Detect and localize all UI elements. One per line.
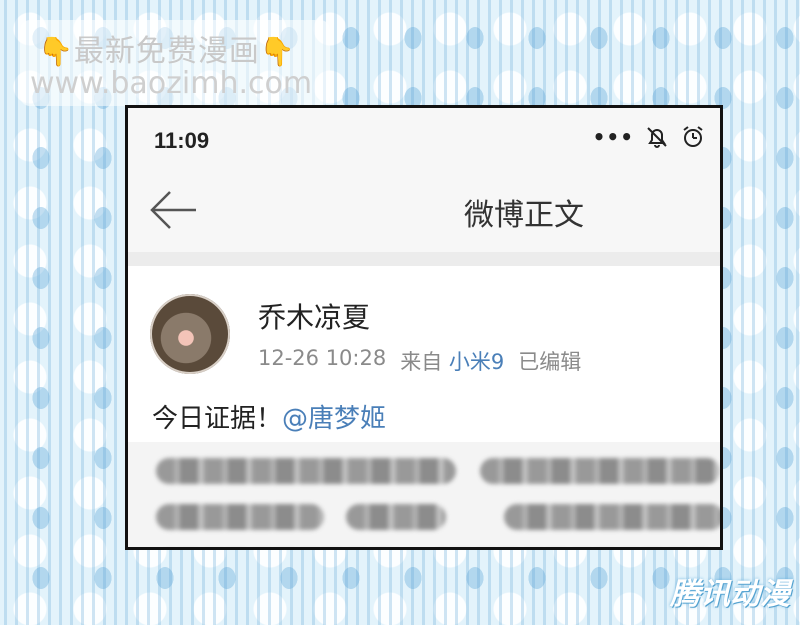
alarm-off-icon [647, 127, 667, 148]
status-time: 11:09 [154, 128, 210, 153]
corner-logo: 腾讯动漫 [670, 577, 790, 612]
status-icons: ••• [593, 124, 706, 150]
post-meta: 12-26 10:28 来自 小米9 已编辑 [258, 346, 581, 376]
post-text: 今日证据！ [152, 404, 283, 434]
watermark-text: 最新免费漫画 [73, 34, 260, 69]
blurred-text-line [156, 504, 324, 530]
post-source: 来自 小米9 [400, 346, 504, 376]
pointing-down-icon: 👇 [259, 35, 296, 68]
weibo-post: 乔木凉夏 12-26 10:28 来自 小米9 已编辑 今日证据！@唐梦姬 [128, 266, 720, 547]
avatar[interactable] [150, 294, 230, 374]
more-dots-icon: ••• [592, 125, 634, 149]
blurred-text-line [156, 458, 456, 484]
page-title: 微博正文 [464, 198, 584, 233]
nav-bar: 微博正文 [128, 170, 720, 252]
pointing-down-icon: 👇 [38, 35, 74, 68]
edited-label[interactable]: 已编辑 [518, 346, 581, 376]
source-prefix: 来自 [400, 350, 443, 374]
alarm-icon [683, 126, 703, 147]
username[interactable]: 乔木凉夏 [258, 296, 370, 336]
blurred-comments [128, 442, 720, 547]
status-bar: 11:09 ••• [128, 108, 720, 170]
mention-link[interactable]: @唐梦姬 [282, 404, 386, 434]
blurred-text-line [480, 458, 720, 484]
post-content: 今日证据！@唐梦姬 [152, 398, 386, 435]
watermark-url: www.baozimh.com [30, 66, 313, 101]
blurred-text-line [346, 504, 446, 530]
blurred-text-line [504, 504, 720, 530]
watermark-line1: 👇最新免费漫画👇 [38, 26, 296, 70]
section-divider [128, 252, 720, 266]
device-link[interactable]: 小米9 [449, 350, 504, 374]
post-timestamp: 12-26 10:28 [258, 346, 387, 370]
phone-screen: 11:09 ••• 微博正文 乔木凉夏 12-26 10:28 来自 小米9 已… [125, 105, 723, 550]
